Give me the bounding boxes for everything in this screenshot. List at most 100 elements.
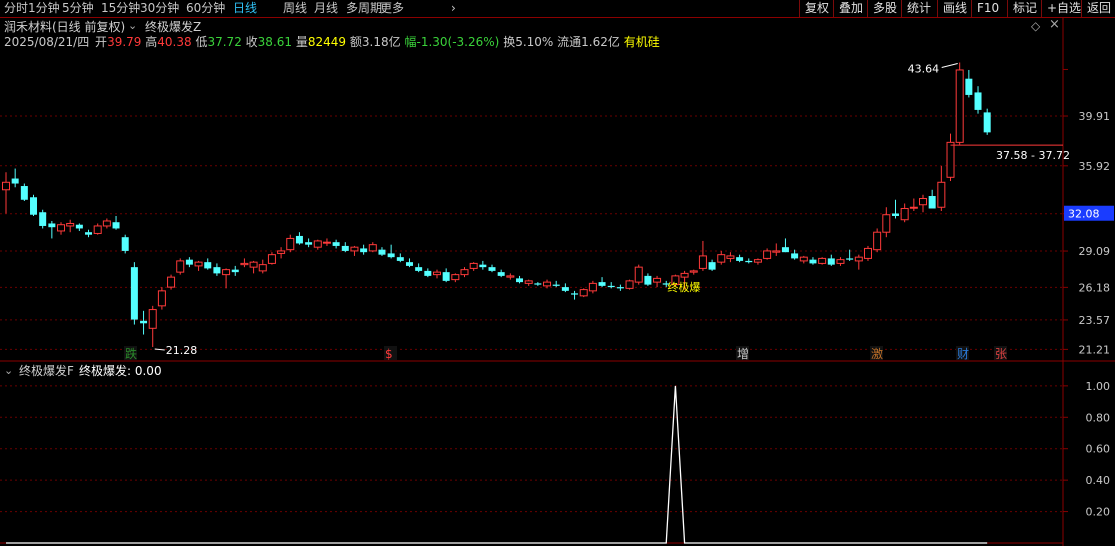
candle-body-55 [506,275,515,278]
candle-body-31 [286,237,295,251]
low-price-label: 21.28 [166,344,198,357]
candle-body-37 [341,245,349,251]
candle-body-33 [305,242,313,245]
candle-body-2 [20,186,28,200]
candle-body-1 [11,178,19,184]
candle-body-7 [66,222,75,227]
candle-body-93 [854,256,863,262]
candle-body-96 [882,214,891,233]
candle-body-6 [57,224,66,232]
candle-body-4 [39,212,47,226]
candle-body-99 [909,206,918,209]
candle-body-70 [644,275,652,285]
candle-body-59 [543,281,552,287]
price-tick-label-1: 39.91 [1079,110,1111,123]
candle-body-45 [415,267,423,271]
sub-tick-label-4: 0.20 [1086,506,1111,519]
price-tick-label-5: 26.18 [1079,281,1111,294]
candle-body-27 [249,261,258,268]
candle-body-58 [534,283,542,285]
candle-body-94 [863,247,872,259]
candle-body-17 [157,290,166,307]
candle-body-61 [561,287,569,291]
candle-body-26 [240,262,249,266]
candle-body-48 [442,272,450,281]
candle-body-9 [85,232,93,235]
candle-body-80 [736,257,744,261]
candle-body-63 [579,289,588,297]
candle-body-71 [653,277,662,283]
candle-body-22 [204,262,212,269]
candle-body-0 [2,181,10,191]
event-marker-3: 激 [871,347,883,361]
price-tick-label-7: 21.21 [1079,343,1111,356]
high-arrow-line [941,62,958,68]
kline-chart[interactable]: 39.91 35.92 32.08 29.09 26.18 23.57 21.21 43.64… [0,0,1115,546]
candle-body-12 [112,222,120,229]
candle-body-107 [983,112,991,133]
candle-body-49 [451,274,460,281]
candle-body-100 [919,198,927,206]
candle-body-19 [176,260,185,273]
candle-body-38 [350,246,359,252]
candle-body-3 [30,197,38,215]
candle-body-34 [313,240,322,248]
event-marker-5: 张 [995,347,1007,361]
candle-body-84 [772,250,781,253]
candle-body-8 [75,224,83,229]
candle-body-89 [818,257,827,264]
candle-body-92 [846,258,854,260]
candle-body-44 [405,262,413,266]
current-price-label: 32.08 [1068,208,1100,221]
candle-body-85 [781,247,789,253]
sub-indicator-title[interactable]: 终极爆发F [19,364,74,378]
candle-body-101 [928,196,936,209]
candle-body-56 [516,278,524,283]
candle-body-24 [222,269,231,276]
candle-body-105 [965,78,973,95]
candle-body-51 [469,262,478,269]
candle-body-53 [488,267,496,271]
candle-body-35 [322,241,331,244]
candle-body-46 [424,270,432,276]
candle-body-79 [726,255,735,259]
candle-body-81 [745,260,753,263]
sub-tick-label-1: 0.80 [1086,411,1111,424]
candle-body-47 [432,271,441,276]
candle-body-52 [479,264,487,268]
candle-body-50 [460,269,469,276]
candle-body-23 [213,267,221,274]
candle-body-15 [140,320,148,324]
candle-body-102 [937,181,946,208]
candle-body-106 [974,92,982,110]
sub-indicator-value: 终极爆发: 0.00 [79,364,162,378]
candle-body-98 [900,207,909,221]
candle-body-29 [267,254,276,264]
candle-body-20 [185,259,193,265]
candle-body-11 [102,220,111,227]
candle-body-88 [809,259,817,264]
candle-body-10 [93,225,102,234]
candle-body-64 [588,282,597,292]
candle-body-77 [708,262,716,270]
price-tick-label-6: 23.57 [1079,314,1111,327]
candle-body-28 [258,264,267,272]
price-tick-label-2: 35.92 [1079,160,1111,173]
candle-body-83 [763,250,772,259]
candle-body-62 [571,293,579,295]
candle-body-36 [332,242,340,246]
high-price-label: 43.64 [908,62,940,75]
candle-body-103 [946,141,955,178]
event-marker-1: $ [385,347,393,361]
sub-chevron-icon[interactable]: ⌄ [4,364,13,378]
candle-body-65 [598,282,606,286]
price-tick-label-4: 29.09 [1079,245,1111,258]
candle-body-30 [277,250,286,254]
candle-body-43 [396,257,404,261]
candle-body-69 [634,266,643,283]
candle-body-87 [799,256,808,262]
candle-body-104 [955,69,964,143]
candle-body-95 [873,231,882,251]
range-label: 37.58 - 37.72 [996,149,1070,162]
candle-body-14 [130,267,138,320]
